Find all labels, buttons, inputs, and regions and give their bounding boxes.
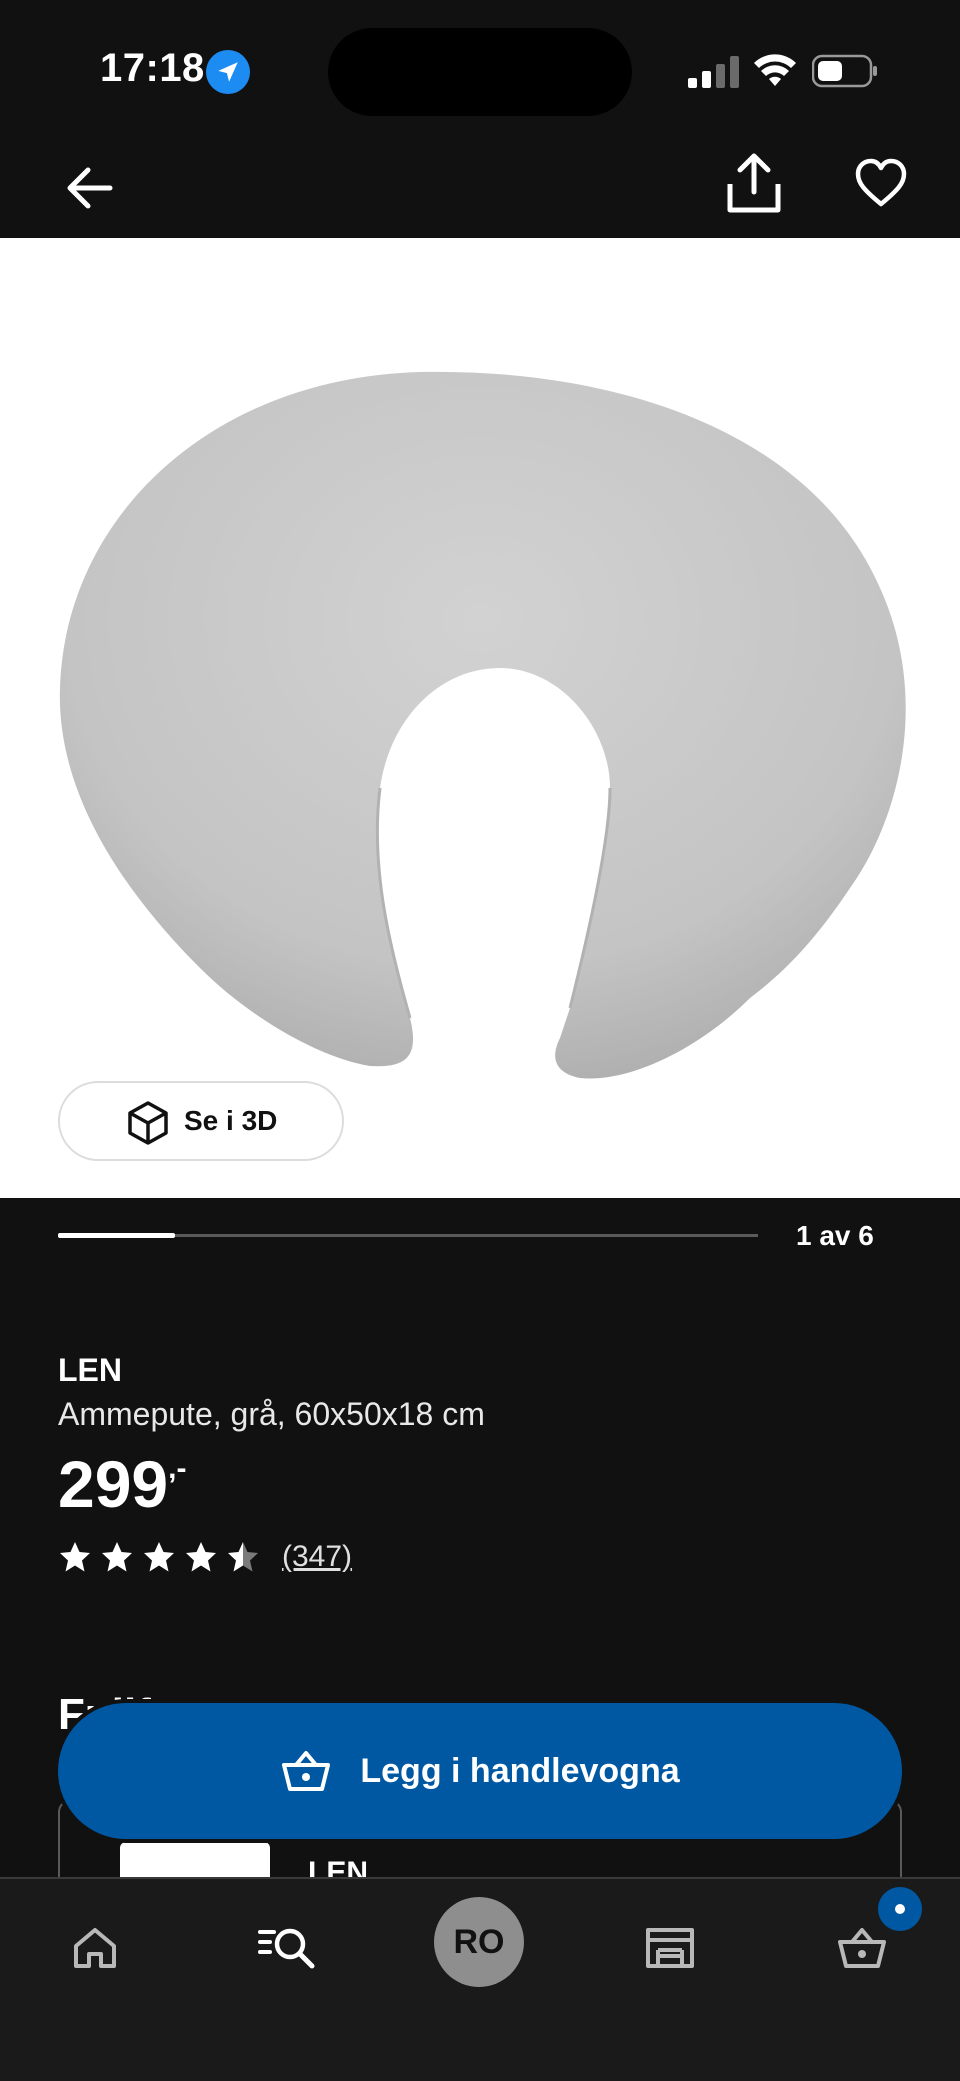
product-image-gallery[interactable]: Se i 3D: [0, 238, 960, 1198]
status-time: 17:18: [100, 46, 205, 90]
location-arrow-icon: [206, 50, 250, 94]
product-price: 299 ,-: [58, 1446, 186, 1522]
cart-badge-dot: [895, 1904, 905, 1914]
view-in-3d-button[interactable]: Se i 3D: [58, 1081, 344, 1161]
heart-icon[interactable]: [854, 156, 908, 212]
search-icon: [258, 1928, 315, 1969]
rating-star-icon: [228, 1542, 258, 1572]
add-to-cart-button[interactable]: Legg i handlevogna: [58, 1703, 902, 1839]
add-to-cart-label: Legg i handlevogna: [360, 1751, 680, 1790]
rating-star-icon: [102, 1542, 132, 1572]
cellular-signal-icon: [688, 56, 739, 88]
price-suffix: ,-: [168, 1452, 187, 1485]
review-count-link[interactable]: (347): [282, 1540, 352, 1574]
rating-star-icon: [144, 1542, 174, 1572]
tab-search[interactable]: [252, 1913, 322, 1983]
bottom-tab-bar: RO: [0, 1877, 960, 2081]
profile-avatar[interactable]: RO: [434, 1897, 524, 1987]
store-icon: [646, 1928, 694, 1968]
carousel-progress-fill: [58, 1233, 175, 1238]
battery-icon: [812, 54, 877, 88]
tab-home[interactable]: [60, 1913, 130, 1983]
product-rating[interactable]: (347): [58, 1540, 352, 1574]
cart-icon: [838, 1928, 886, 1968]
carousel-counter: 1 av 6: [796, 1220, 874, 1251]
shopping-basket-icon: [282, 1751, 331, 1791]
tab-stores[interactable]: [635, 1913, 705, 1983]
status-bar: 17:18: [0, 0, 960, 140]
product-image: [59, 371, 906, 1079]
wifi-icon: [754, 54, 796, 86]
home-icon: [74, 1928, 116, 1968]
view-in-3d-label: Se i 3D: [184, 1105, 278, 1136]
cube-3d-icon: [128, 1101, 168, 1145]
rating-stars: [58, 1540, 260, 1574]
rating-star-icon: [60, 1542, 90, 1572]
profile-initials: RO: [453, 1922, 505, 1961]
product-description: Ammepute, grå, 60x50x18 cm: [58, 1396, 485, 1432]
carousel-progress: [58, 1233, 758, 1238]
cart-badge: [878, 1887, 922, 1931]
product-name: LEN: [58, 1352, 122, 1388]
price-value: 299: [58, 1447, 169, 1521]
back-arrow-icon[interactable]: [60, 160, 120, 216]
share-icon[interactable]: [724, 150, 784, 216]
rating-star-icon: [186, 1542, 216, 1572]
dynamic-island: [328, 28, 632, 116]
top-nav: [0, 140, 960, 238]
